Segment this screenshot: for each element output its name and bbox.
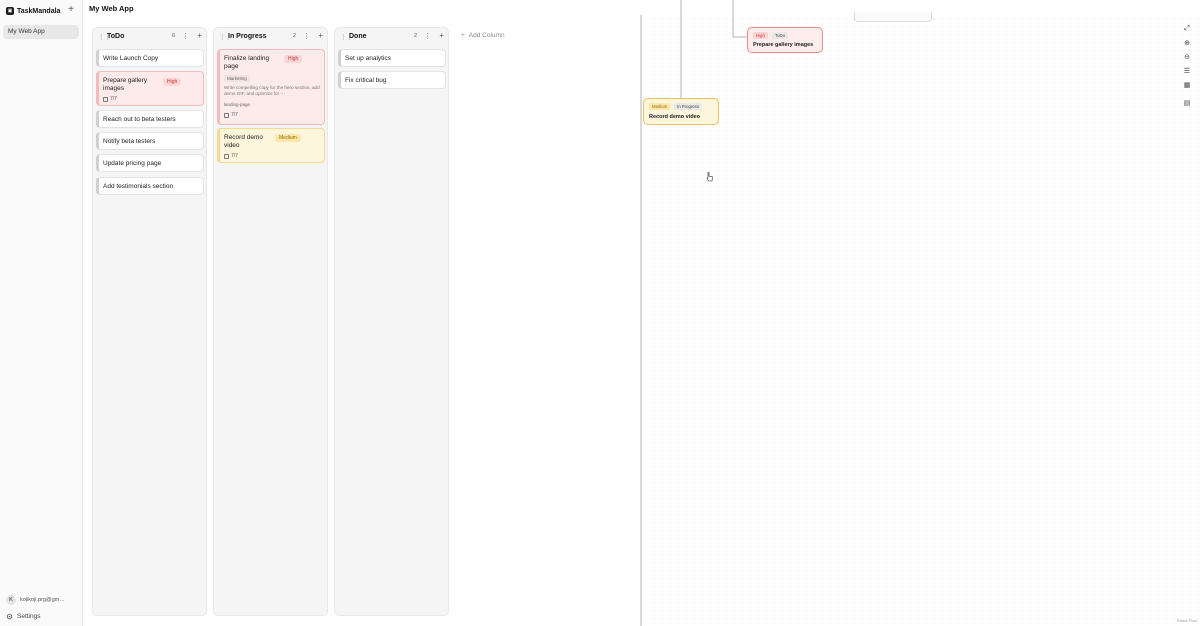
column-title: ToDo (107, 33, 125, 40)
sidebar-item-project[interactable]: My Web App (3, 25, 79, 39)
brand-name: TaskMandala (17, 7, 61, 15)
due-date-text: 7/7 (231, 112, 238, 118)
task-card[interactable]: Set up analytics (338, 49, 446, 67)
task-card[interactable]: Add testimonials section (96, 177, 204, 195)
avatar: K (6, 594, 16, 605)
task-card[interactable]: Fix critical bug (338, 71, 446, 89)
column-header: ⋮⋮ Done 2 ⋮ + (335, 28, 448, 46)
flow-node[interactable]: High ToDo Prepare gallery images (747, 27, 823, 53)
plus-icon: + (461, 31, 465, 39)
due-date-text: 7/7 (231, 153, 238, 159)
column-menu-icon[interactable]: ⋮ (182, 32, 189, 40)
card-title: Set up analytics (345, 55, 391, 62)
grid-icon[interactable]: ▦ (1180, 80, 1194, 92)
card-tag: landing-page (224, 102, 251, 107)
user-email: kojikoji.prg@gm… (20, 596, 65, 603)
calendar-icon (224, 153, 229, 159)
export-icon[interactable]: ▤ (1180, 98, 1194, 110)
column-done: ⋮⋮ Done 2 ⋮ + Set up analytics Fix criti… (334, 27, 449, 616)
flow-node[interactable]: Medium In Progress Record demo video (643, 98, 719, 125)
task-card[interactable]: Notify beta testers (96, 132, 204, 150)
calendar-icon (103, 96, 108, 102)
flow-node-partial[interactable] (854, 12, 932, 22)
column-count: 6 (171, 33, 175, 39)
card-title: Add testimonials section (103, 183, 174, 190)
column-menu-icon[interactable]: ⋮ (303, 32, 310, 40)
due-date: 7/7 (224, 112, 238, 118)
node-status-badge: ToDo (772, 32, 789, 39)
zoom-out-icon[interactable]: ⊖ (1180, 52, 1194, 64)
layout-icon[interactable]: ☰ (1180, 66, 1194, 78)
zoom-in-icon[interactable]: ⊕ (1180, 38, 1194, 50)
card-title: Update pricing page (103, 160, 162, 167)
column-header: ⋮⋮ In Progress 2 ⋮ + (214, 28, 327, 46)
tag-label: Marketing (224, 75, 250, 82)
column-count: 2 (413, 33, 417, 39)
card-title: Finalize landing page (224, 55, 270, 70)
add-card-icon[interactable]: + (439, 31, 444, 40)
card-description: Write compelling copy for the hero secti… (224, 85, 320, 96)
settings-link[interactable]: Settings (6, 611, 41, 621)
node-priority-badge: High (753, 32, 768, 39)
column-in-progress: ⋮⋮ In Progress 2 ⋮ + Finalize landing pa… (213, 27, 328, 616)
column-count: 2 (292, 33, 296, 39)
column-header: ⋮⋮ ToDo 6 ⋮ + (93, 28, 206, 46)
app-logo-icon: ▣ (6, 7, 14, 15)
settings-label: Settings (17, 612, 41, 620)
card-title: Write Launch Copy (103, 55, 159, 62)
due-date: 7/7 (224, 153, 238, 159)
add-column-label: Add Column (468, 31, 505, 39)
edge-line (732, 0, 747, 38)
task-card[interactable]: Update pricing page (96, 154, 204, 172)
page-title: My Web App (89, 4, 134, 13)
gear-icon (6, 613, 13, 619)
column-title: Done (349, 33, 367, 40)
add-column-button[interactable]: + Add Column (457, 28, 555, 42)
user-account[interactable]: K kojikoji.prg@gm… (6, 594, 78, 605)
mouse-pointer-icon (706, 172, 713, 182)
priority-badge: High (284, 55, 303, 63)
add-project-button[interactable]: + (66, 5, 76, 15)
task-card[interactable]: Finalize landing page High Marketing Wri… (217, 49, 325, 125)
task-card[interactable]: Write Launch Copy (96, 49, 204, 67)
card-title: Reach out to beta testers (103, 116, 176, 123)
node-priority-badge: Medium (649, 103, 671, 110)
card-title: Prepare gallery images (103, 77, 148, 92)
priority-badge: Medium (275, 134, 301, 142)
column-menu-icon[interactable]: ⋮ (424, 32, 431, 40)
add-card-icon[interactable]: + (197, 31, 202, 40)
attribution: React Flow (1177, 618, 1198, 623)
app-root: ▣ TaskMandala + My Web App K kojikoji.pr… (0, 0, 1200, 626)
task-card[interactable]: Reach out to beta testers (96, 110, 204, 128)
task-card[interactable]: Prepare gallery images High 7/7 (96, 71, 204, 106)
sidebar: ▣ TaskMandala + My Web App K kojikoji.pr… (0, 0, 83, 626)
card-title: Fix critical bug (345, 77, 387, 84)
node-title: Record demo video (649, 114, 701, 120)
due-date: 7/7 (103, 96, 117, 102)
task-card[interactable]: Record demo video Medium 7/7 (217, 128, 325, 163)
node-title: Prepare gallery images (753, 42, 814, 48)
add-card-icon[interactable]: + (318, 31, 323, 40)
column-title: In Progress (228, 33, 267, 40)
priority-badge: High (163, 78, 182, 86)
due-date-text: 7/7 (110, 96, 117, 102)
card-title: Notify beta testers (103, 138, 156, 145)
fullscreen-icon[interactable]: ⤢ (1180, 23, 1194, 35)
node-status-badge: In Progress (674, 103, 702, 110)
column-todo: ⋮⋮ ToDo 6 ⋮ + Write Launch Copy Prepare … (92, 27, 207, 616)
card-title: Record demo video (224, 134, 264, 149)
calendar-icon (224, 112, 229, 118)
